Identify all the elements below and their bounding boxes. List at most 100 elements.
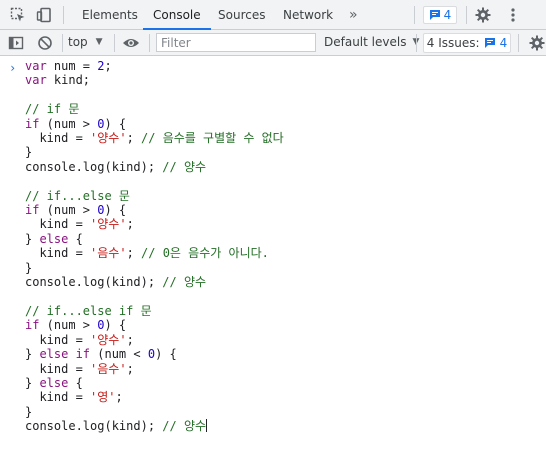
code-token: // if...else if 문 [25, 303, 152, 318]
code-line: } else if (num < 0) { [25, 347, 177, 361]
live-expression-eye-icon[interactable] [121, 33, 141, 53]
log-levels-label: Default levels [324, 35, 407, 49]
code-token: kind = [25, 390, 91, 405]
code-token: ; [126, 131, 142, 146]
code-line: kind = '영'; [25, 390, 123, 405]
code-line: } [25, 261, 32, 275]
console-input-area[interactable]: › var num = 2; var kind; // if 문 if (num… [0, 57, 546, 453]
tab-elements[interactable]: Elements [82, 0, 138, 29]
code-token: ) { [155, 347, 177, 362]
code-line: // if...else if 문 [25, 304, 152, 318]
code-token: ; [126, 361, 134, 376]
code-token: if [25, 203, 40, 218]
code-token: kind; [46, 73, 91, 88]
code-token: } [25, 375, 40, 390]
log-levels-dropdown[interactable]: Default levels ▼ [324, 33, 419, 52]
code-token: // 양수 [162, 419, 207, 434]
prompt-chevron-icon: › [9, 61, 17, 75]
code-token: // 음수를 구별할 수 없다 [141, 131, 284, 146]
code-token: (num > [39, 116, 98, 131]
code-token: } [25, 145, 33, 160]
divider [149, 34, 150, 52]
code-token: '양수' [90, 332, 127, 347]
code-line: kind = '양수'; // 음수를 구별할 수 없다 [25, 131, 284, 146]
settings-gear-icon[interactable] [473, 5, 493, 25]
devtools-tab-bar: Elements Console Sources Network » 4 [0, 0, 546, 30]
code-token: // 양수 [162, 159, 207, 174]
code-token: { [68, 231, 83, 246]
more-options-icon[interactable] [503, 5, 523, 25]
code-line: kind = '음수'; [25, 361, 134, 376]
code-token: else if [39, 347, 91, 362]
code-token: ; [126, 217, 134, 232]
code-token: if [25, 318, 40, 333]
code-line: var kind; [25, 73, 90, 87]
issues-button[interactable]: 4 Issues: 4 [423, 33, 511, 53]
device-toolbar-icon[interactable] [34, 5, 54, 25]
divider [416, 34, 417, 52]
code-token: if [25, 116, 40, 131]
code-line: console.log(kind); // 양수 [25, 160, 206, 174]
code-token: var [25, 73, 47, 88]
clear-console-icon[interactable] [35, 33, 55, 53]
code-token: ; [126, 246, 142, 261]
code-line: console.log(kind); // 양수 [25, 419, 208, 434]
code-token: kind = [25, 332, 91, 347]
code-line: } else { [25, 232, 83, 246]
code-line: } [25, 145, 32, 159]
code-line: var num = 2; [25, 59, 112, 73]
code-token: } [25, 404, 33, 419]
code-token: var [25, 59, 47, 73]
code-token: '음수' [90, 246, 127, 261]
code-token: // 0은 음수가 아니다. [141, 246, 269, 261]
code-line: if (num > 0) { [25, 203, 126, 217]
code-token: (num < [90, 347, 148, 362]
code-token: num = [46, 59, 98, 73]
code-line: } [25, 405, 32, 419]
code-token: ) { [104, 318, 127, 333]
code-token: (num > [39, 318, 98, 333]
code-token: } [25, 347, 40, 362]
code-token: console.log(kind); [25, 419, 163, 434]
message-icon [429, 10, 440, 20]
code-token: 0 [147, 347, 156, 362]
code-token: kind = [25, 361, 91, 376]
code-line: console.log(kind); // 양수 [25, 275, 206, 289]
code-token: else [39, 375, 69, 390]
divider [466, 6, 467, 24]
code-token: // if 문 [25, 102, 80, 117]
code-line: if (num > 0) { [25, 318, 126, 332]
more-tabs-button[interactable]: » [349, 0, 358, 30]
inspect-element-icon[interactable] [8, 5, 28, 25]
code-token: kind = [25, 217, 91, 232]
code-token: ) { [104, 203, 127, 218]
divider [114, 34, 115, 52]
code-token: '영' [90, 390, 116, 405]
code-line: // if 문 [25, 102, 79, 116]
code-token: 2 [97, 59, 105, 73]
code-token: kind = [25, 131, 91, 146]
code-token: '음수' [90, 361, 127, 376]
code-token: (num > [39, 203, 98, 218]
console-settings-gear-icon[interactable] [527, 33, 546, 53]
issues-badge-count: 4 [443, 8, 452, 22]
issues-badge[interactable]: 4 [423, 6, 457, 24]
filter-input[interactable] [156, 33, 316, 52]
code-token: } [25, 260, 33, 275]
code-token: ) { [104, 116, 127, 131]
code-token: '양수' [90, 131, 127, 146]
code-token: } [25, 231, 40, 246]
tab-sources[interactable]: Sources [218, 0, 265, 29]
issues-button-count: 4 [499, 36, 508, 50]
divider [62, 34, 63, 52]
context-selector[interactable]: top ▼ [68, 33, 103, 52]
sidebar-toggle-icon[interactable] [6, 33, 26, 53]
code-line: kind = '음수'; // 0은 음수가 아니다. [25, 246, 269, 261]
tab-console[interactable]: Console [143, 0, 211, 30]
console-code-editor[interactable]: var num = 2; var kind; // if 문 if (num >… [25, 59, 284, 434]
tab-network[interactable]: Network [283, 0, 333, 29]
context-selector-label: top [68, 35, 88, 49]
code-token: console.log(kind); [25, 159, 163, 174]
code-token: ; [115, 390, 123, 405]
divider [63, 6, 64, 24]
